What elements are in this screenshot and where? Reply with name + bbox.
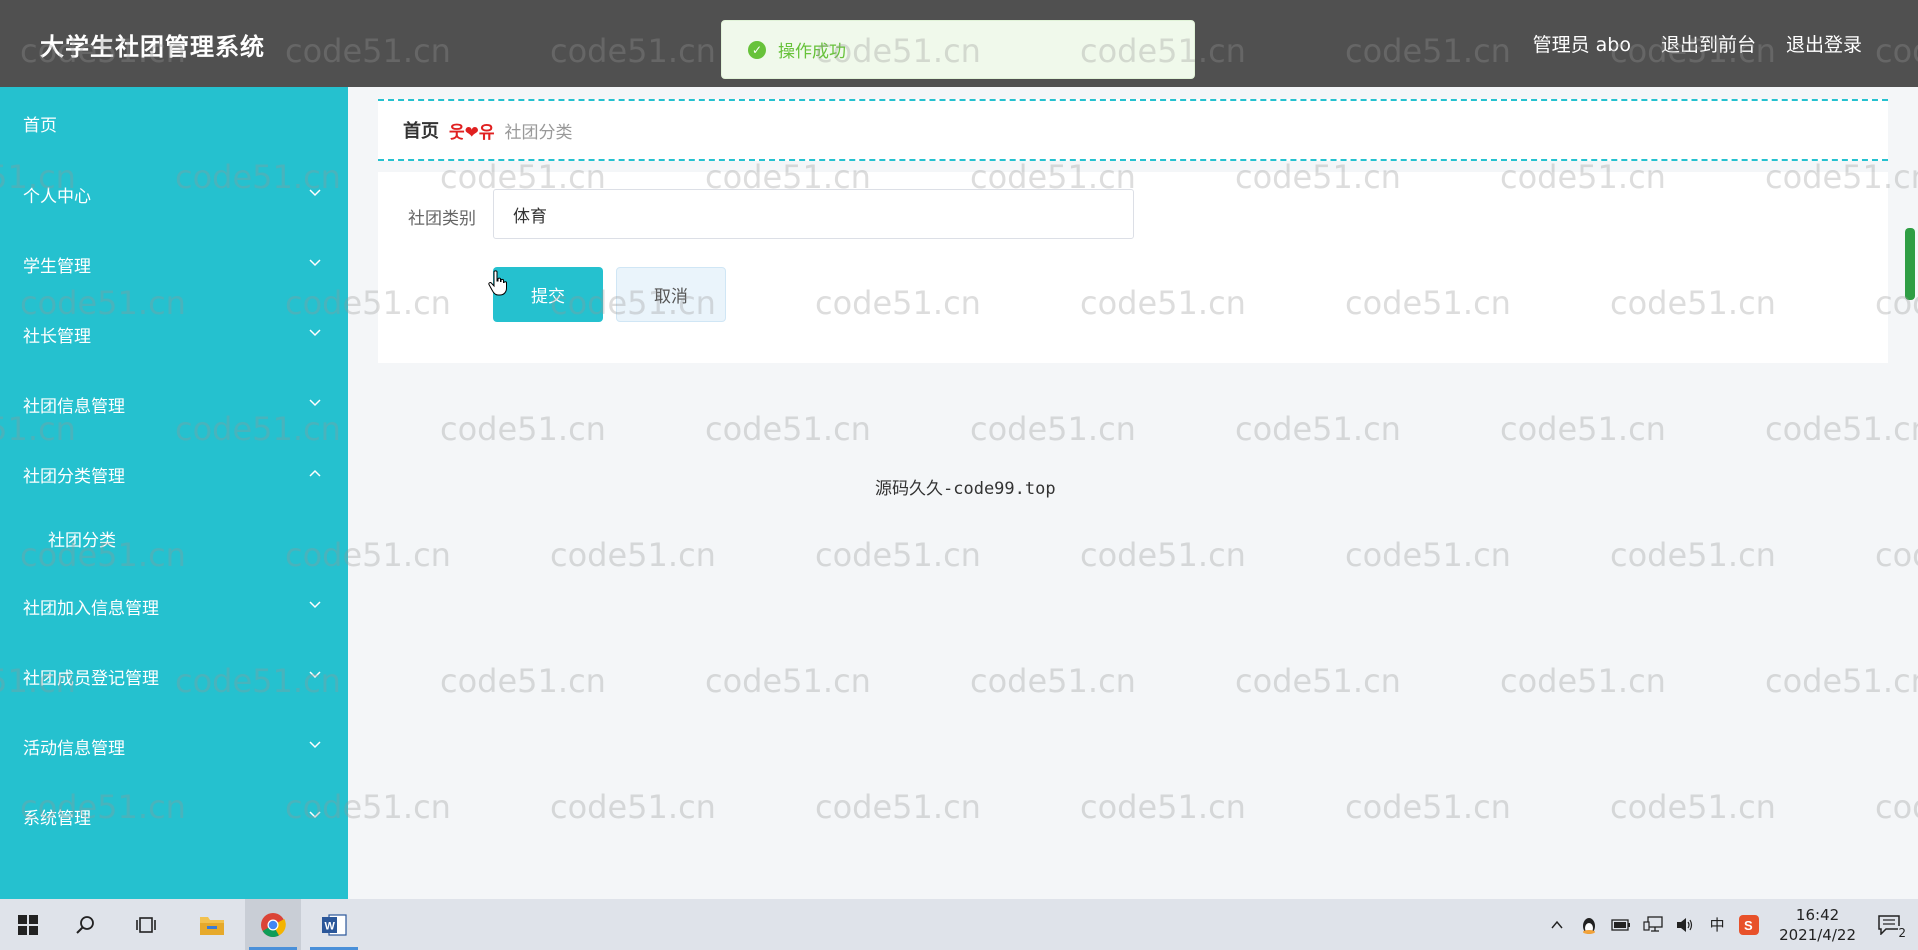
system-tray: 中 S 16:42 2021/4/22 2: [1541, 899, 1918, 950]
logout-link[interactable]: 退出登录: [1786, 30, 1862, 57]
scrollbar-thumb[interactable]: [1905, 228, 1915, 300]
svg-text:W: W: [325, 920, 336, 932]
hand-cursor-icon: [488, 270, 508, 296]
chevron-down-icon: [308, 185, 322, 199]
sidebar-item-activity-management[interactable]: 活动信息管理: [0, 726, 348, 766]
category-form: 社团类别 提交 取消: [378, 172, 1888, 363]
sidebar-item-label: 社团分类: [48, 530, 116, 551]
notification-center-icon[interactable]: 2: [1874, 910, 1906, 940]
sidebar-item-member-registration-management[interactable]: 社团成员登记管理: [0, 656, 348, 696]
watermark-text: code51.cn: [1235, 410, 1401, 448]
chevron-down-icon: [308, 597, 322, 611]
chevron-down-icon: [308, 255, 322, 269]
volume-icon[interactable]: [1674, 914, 1696, 936]
watermark-text: code51.cn: [1875, 788, 1918, 826]
watermark-text: code51.cn: [1080, 788, 1246, 826]
sidebar-item-club-info-management[interactable]: 社团信息管理: [0, 384, 348, 424]
clock-time: 16:42: [1795, 905, 1840, 924]
watermark-text: code51.cn: [1610, 788, 1776, 826]
qq-penguin-icon[interactable]: [1578, 914, 1600, 936]
sidebar-item-label: 社团信息管理: [23, 396, 125, 417]
sidebar-item-personal-center[interactable]: 个人中心: [0, 174, 348, 214]
sidebar-item-club-join-management[interactable]: 社团加入信息管理: [0, 586, 348, 626]
battery-icon[interactable]: [1610, 914, 1632, 936]
watermark-text: code51.cn: [1765, 662, 1918, 700]
sidebar-item-club-category-management[interactable]: 社团分类管理: [0, 454, 348, 494]
chevron-down-icon: [308, 807, 322, 821]
watermark-text: code51.cn: [550, 788, 716, 826]
chevron-down-icon: [308, 737, 322, 751]
clock-date: 2021/4/22: [1779, 925, 1856, 944]
watermark-text: code51.cn: [1875, 536, 1918, 574]
windows-start-icon[interactable]: [0, 899, 56, 950]
watermark-text: code51.cn: [970, 410, 1136, 448]
word-taskbar-icon[interactable]: W: [306, 899, 362, 950]
watermark-text: code51.cn: [1765, 410, 1918, 448]
breadcrumb-home[interactable]: 首页: [403, 117, 439, 143]
success-toast: ✓ 操作成功: [721, 20, 1195, 79]
sidebar-item-label: 系统管理: [23, 808, 91, 829]
watermark-text: code51.cn: [970, 662, 1136, 700]
chevron-down-icon: [308, 395, 322, 409]
sidebar-item-label: 社团成员登记管理: [23, 668, 159, 689]
watermark-text: code51.cn: [1345, 788, 1511, 826]
watermark-text: code51.cn: [1500, 410, 1666, 448]
svg-text:S: S: [1744, 918, 1753, 933]
goto-front-link[interactable]: 退出到前台: [1661, 30, 1756, 57]
watermark-text: code51.cn: [705, 662, 871, 700]
show-hidden-icons-chevron-up-icon[interactable]: [1546, 914, 1568, 936]
system-clock[interactable]: 16:42 2021/4/22: [1779, 905, 1856, 945]
task-view-icon[interactable]: [118, 899, 174, 950]
ime-indicator[interactable]: 中: [1706, 914, 1728, 936]
app-title: 大学生社团管理系统: [40, 33, 265, 61]
sidebar-item-label: 社团分类管理: [23, 466, 125, 487]
category-label: 社团类别: [408, 209, 476, 229]
header-actions: 管理员 abo 退出到前台 退出登录: [1533, 30, 1862, 57]
toast-message: 操作成功: [778, 42, 846, 62]
sidebar-subitem-club-category[interactable]: 社团分类: [0, 518, 348, 558]
watermark-text: code51.cn: [705, 410, 871, 448]
submit-button[interactable]: 提交: [493, 267, 603, 322]
watermark-text: code51.cn: [1500, 662, 1666, 700]
search-icon[interactable]: [58, 899, 114, 950]
cancel-button[interactable]: 取消: [616, 267, 726, 322]
watermark-text: code51.cn: [1345, 536, 1511, 574]
chrome-taskbar-icon[interactable]: [245, 899, 301, 950]
footer-source-text: 源码久久-code99.top: [875, 479, 1056, 499]
sidebar-item-label: 活动信息管理: [23, 738, 125, 759]
watermark-text: code51.cn: [440, 410, 606, 448]
category-input[interactable]: [493, 189, 1134, 239]
chevron-down-icon: [308, 325, 322, 339]
sidebar-item-label: 社长管理: [23, 326, 91, 347]
breadcrumb: 首页 웃❤유 社团分类: [378, 99, 1888, 161]
watermark-text: code51.cn: [1080, 536, 1246, 574]
watermark-text: code51.cn: [815, 536, 981, 574]
breadcrumb-separator: 웃❤유: [449, 122, 495, 143]
success-check-icon: ✓: [748, 40, 766, 59]
sogou-input-icon[interactable]: S: [1738, 914, 1760, 936]
watermark-text: code51.cn: [550, 536, 716, 574]
sidebar-item-label: 个人中心: [23, 186, 91, 207]
windows-taskbar: W 中 S 16:42 2021/4/22 2: [0, 899, 1918, 950]
file-explorer-icon[interactable]: [184, 899, 240, 950]
sidebar: 首页 个人中心 学生管理 社长管理 社团信息管理 社团分类管理 社团分类 社团加…: [0, 87, 348, 899]
network-icon[interactable]: [1642, 914, 1664, 936]
notification-count-badge: 2: [1898, 925, 1906, 940]
watermark-text: code51.cn: [1610, 536, 1776, 574]
chevron-up-icon: [308, 465, 322, 479]
sidebar-item-label: 学生管理: [23, 256, 91, 277]
admin-user-label: 管理员 abo: [1532, 34, 1631, 56]
breadcrumb-current: 社团分类: [504, 122, 573, 143]
sidebar-item-label: 首页: [23, 115, 57, 136]
chevron-down-icon: [308, 667, 322, 681]
sidebar-item-home[interactable]: 首页: [0, 103, 348, 143]
watermark-text: code51.cn: [440, 662, 606, 700]
watermark-text: code51.cn: [815, 788, 981, 826]
sidebar-item-president-management[interactable]: 社长管理: [0, 314, 348, 354]
sidebar-item-student-management[interactable]: 学生管理: [0, 244, 348, 284]
watermark-text: code51.cn: [1235, 662, 1401, 700]
sidebar-item-system-management[interactable]: 系统管理: [0, 796, 348, 836]
sidebar-item-label: 社团加入信息管理: [23, 598, 159, 619]
